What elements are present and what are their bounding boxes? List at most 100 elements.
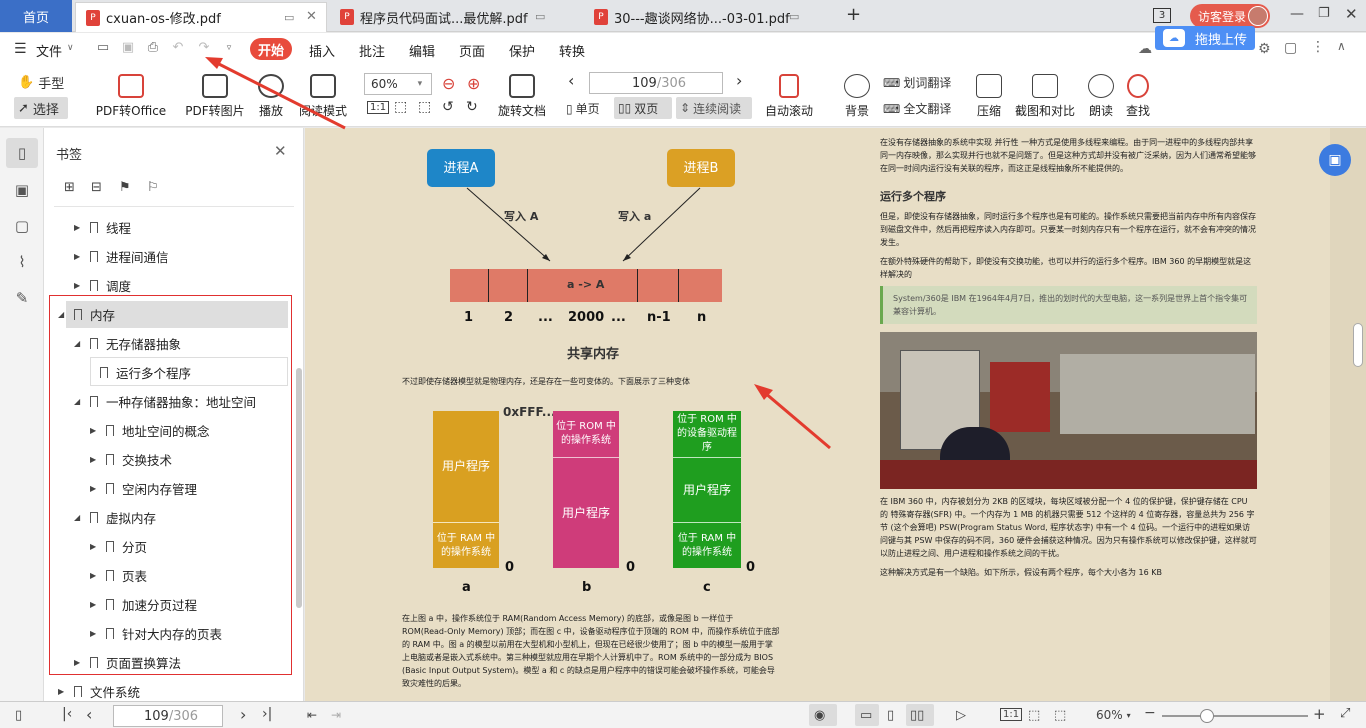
- status-page-input[interactable]: 109/306: [113, 705, 223, 727]
- bookmark-flag-icon: [90, 250, 98, 262]
- floating-assistant-icon[interactable]: ▣: [1319, 144, 1351, 176]
- zoom-in-icon[interactable]: +: [1313, 705, 1326, 723]
- open-folder-icon[interactable]: ▭: [96, 41, 110, 55]
- continuous-page-icon[interactable]: ▯: [887, 708, 894, 723]
- thumbnail-icon[interactable]: ▣: [12, 180, 32, 200]
- word-translate-button[interactable]: ⌨ 划词翻译: [883, 74, 951, 91]
- bookmark-item[interactable]: ▶ 进程间通信: [74, 243, 169, 269]
- remove-bookmark-icon[interactable]: ⚐: [147, 180, 159, 195]
- zoom-out-icon[interactable]: ⊖: [442, 74, 455, 93]
- toggle-sidebar-icon[interactable]: ▯: [15, 708, 22, 723]
- chevron-down-icon[interactable]: ∨: [67, 43, 74, 53]
- select-tool-button[interactable]: ➚ 选择: [14, 97, 68, 119]
- status-zoom-select[interactable]: 60% ▾: [1096, 708, 1131, 722]
- full-translate-button[interactable]: ⌨ 全文翻译: [883, 100, 951, 117]
- bookmark-scrollbar[interactable]: [296, 368, 302, 608]
- screenshot-compare-button[interactable]: 截图和对比: [1013, 74, 1077, 119]
- forward-icon[interactable]: ⇥: [331, 708, 341, 722]
- fit-page-icon[interactable]: ⬚: [394, 99, 407, 115]
- tab-doc-cxuan-os[interactable]: P cxuan-os-修改.pdf ▭ ✕: [75, 2, 327, 32]
- document-scrollbar[interactable]: [1353, 323, 1363, 367]
- add-bookmark-icon[interactable]: ⚑: [119, 180, 131, 195]
- save-icon[interactable]: ▣: [121, 41, 135, 55]
- hand-tool-button[interactable]: ✋ 手型: [18, 73, 64, 92]
- new-tab-button[interactable]: +: [846, 4, 861, 25]
- rotate-document-button[interactable]: 旋转文档: [496, 74, 548, 119]
- last-page-icon[interactable]: ›|: [262, 706, 272, 722]
- rotate-left-icon[interactable]: ↺: [442, 99, 454, 115]
- restore-icon[interactable]: ❐: [1318, 6, 1330, 21]
- monitor-icon[interactable]: ▭: [284, 11, 294, 24]
- tab-page[interactable]: 页面: [459, 41, 485, 60]
- zoom-select[interactable]: 60% ▾: [364, 73, 432, 95]
- expand-arrow-icon[interactable]: ▶: [58, 687, 68, 696]
- actual-size-icon[interactable]: 1:1: [1000, 708, 1023, 721]
- find-button[interactable]: 查找: [1124, 74, 1152, 119]
- minimize-icon[interactable]: —: [1290, 6, 1304, 22]
- comment-icon[interactable]: ▢: [1284, 40, 1297, 56]
- rotate-right-icon[interactable]: ↻: [466, 99, 478, 115]
- tab-doc-title: 程序员代码面试...最优解.pdf: [360, 11, 528, 27]
- expand-arrow-icon[interactable]: ▶: [74, 281, 84, 290]
- background-button[interactable]: 背景: [840, 74, 874, 119]
- expand-all-icon[interactable]: ⊞: [64, 180, 75, 195]
- comment-icon[interactable]: ▢: [12, 216, 32, 236]
- bookmark-item[interactable]: ▶ 线程: [74, 214, 131, 240]
- signature-icon[interactable]: ✎: [12, 288, 32, 308]
- zoom-slider-track[interactable]: [1162, 715, 1308, 717]
- collapse-all-icon[interactable]: ⊟: [91, 180, 102, 195]
- window-close-icon[interactable]: ✕: [1345, 5, 1358, 23]
- tab-protect[interactable]: 保护: [509, 41, 535, 60]
- fullscreen-icon[interactable]: ⤢: [1340, 706, 1350, 721]
- close-icon[interactable]: ✕: [274, 142, 287, 160]
- auto-scroll-label: 自动滚动: [764, 104, 813, 118]
- fit-page-icon[interactable]: ⬚: [1028, 708, 1040, 723]
- fit-width-icon[interactable]: ⬚: [1054, 708, 1066, 723]
- next-page-icon[interactable]: ›: [240, 705, 246, 724]
- zoom-slider-handle[interactable]: [1200, 709, 1214, 723]
- monitor-icon[interactable]: ▭: [535, 10, 545, 23]
- continuous-read-button[interactable]: ⇕ 连续阅读: [676, 97, 752, 119]
- drag-upload-button[interactable]: ☁ 拖拽上传: [1155, 26, 1255, 50]
- play-icon[interactable]: ▷: [956, 708, 966, 723]
- attachment-icon[interactable]: ⌇: [12, 252, 32, 272]
- back-icon[interactable]: ⇤: [307, 708, 317, 722]
- tab-edit[interactable]: 编辑: [409, 41, 435, 60]
- window-count-badge[interactable]: 3: [1153, 8, 1171, 23]
- single-page-button[interactable]: ▯ 单页: [566, 100, 600, 117]
- tab-annotate[interactable]: 批注: [359, 41, 385, 60]
- fit-width-icon[interactable]: ⬚: [418, 99, 431, 115]
- tab-doc-network[interactable]: P 30---趣谈网络协...-03-01.pdf ▭: [584, 2, 834, 32]
- pdf-file-icon: P: [594, 9, 608, 25]
- close-icon[interactable]: ✕: [306, 9, 317, 24]
- page-number-input[interactable]: 109/306: [589, 72, 723, 94]
- collapse-ribbon-icon[interactable]: ∧: [1337, 39, 1346, 53]
- first-page-icon[interactable]: |‹: [62, 706, 72, 722]
- compress-button[interactable]: 压缩: [975, 74, 1003, 119]
- undo-icon[interactable]: ↶: [171, 41, 185, 55]
- tab-home[interactable]: 首页: [0, 0, 72, 32]
- double-page-button[interactable]: ▯▯ 双页: [614, 97, 672, 119]
- expand-arrow-icon[interactable]: ▶: [74, 252, 84, 261]
- prev-page-icon[interactable]: ‹: [86, 705, 92, 724]
- auto-scroll-button[interactable]: 自动滚动: [760, 74, 818, 119]
- monitor-icon[interactable]: ▭: [789, 10, 799, 23]
- tab-doc-interview[interactable]: P 程序员代码面试...最优解.pdf ▭: [330, 2, 580, 32]
- cloud-icon[interactable]: ☁: [1138, 41, 1152, 57]
- login-button[interactable]: 访客登录: [1190, 4, 1270, 28]
- actual-size-icon[interactable]: 1:1: [367, 101, 390, 114]
- zoom-in-icon[interactable]: ⊕: [467, 74, 480, 93]
- hamburger-icon[interactable]: ☰: [14, 41, 27, 57]
- gear-icon[interactable]: ⚙: [1258, 41, 1271, 57]
- zoom-out-icon[interactable]: −: [1144, 705, 1156, 721]
- bookmark-label: 文件系统: [90, 684, 141, 700]
- read-aloud-button[interactable]: 朗读: [1087, 74, 1115, 119]
- file-menu[interactable]: 文件: [36, 41, 62, 60]
- tab-convert[interactable]: 转换: [559, 41, 585, 60]
- print-icon[interactable]: ⎙: [146, 41, 160, 55]
- prev-page-icon[interactable]: ‹: [568, 71, 574, 90]
- pdf-to-office-button[interactable]: PDF转Office: [92, 74, 170, 119]
- expand-arrow-icon[interactable]: ▶: [74, 223, 84, 232]
- more-icon[interactable]: ⋮: [1311, 39, 1325, 55]
- next-page-icon[interactable]: ›: [736, 71, 742, 90]
